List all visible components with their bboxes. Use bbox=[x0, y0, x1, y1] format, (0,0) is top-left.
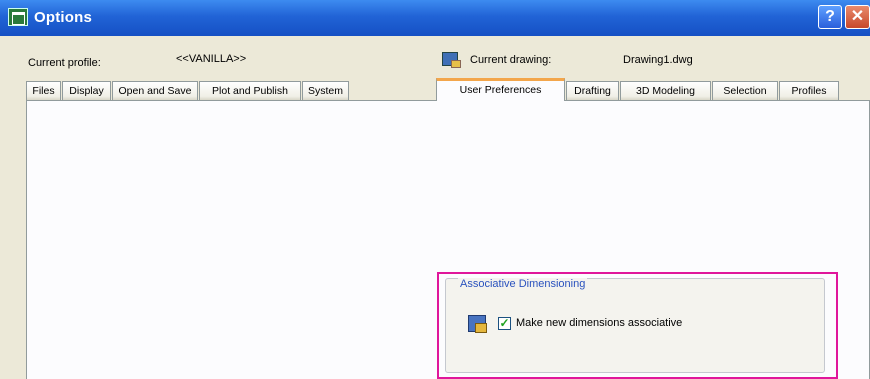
title-bar: Options ? ✕ bbox=[0, 0, 870, 36]
tab-open-and-save[interactable]: Open and Save bbox=[112, 81, 198, 100]
associative-dimension-icon bbox=[468, 315, 487, 333]
make-associative-label[interactable]: Make new dimensions associative bbox=[516, 317, 682, 329]
current-profile-value: <<VANILLA>> bbox=[176, 53, 247, 65]
help-button[interactable]: ? bbox=[818, 5, 842, 29]
tab-drafting[interactable]: Drafting bbox=[566, 81, 619, 100]
tab-system[interactable]: System bbox=[302, 81, 349, 100]
tab-selection[interactable]: Selection bbox=[712, 81, 778, 100]
tab-3d-modeling[interactable]: 3D Modeling bbox=[620, 81, 711, 100]
tab-profiles[interactable]: Profiles bbox=[779, 81, 839, 100]
options-tab-strip: Files Display Open and Save Plot and Pub… bbox=[26, 78, 870, 101]
group-title: Associative Dimensioning bbox=[458, 278, 588, 290]
make-associative-checkbox[interactable]: ✓ bbox=[498, 317, 511, 330]
current-drawing-label: Current drawing: bbox=[470, 54, 552, 66]
current-profile-label: Current profile: bbox=[28, 57, 101, 69]
tab-plot-and-publish[interactable]: Plot and Publish bbox=[199, 81, 301, 100]
options-app-icon bbox=[8, 8, 28, 26]
close-button[interactable]: ✕ bbox=[845, 5, 870, 29]
tab-files[interactable]: Files bbox=[26, 81, 61, 100]
tab-user-preferences[interactable]: User Preferences bbox=[436, 78, 565, 101]
window-title: Options bbox=[34, 9, 93, 26]
tab-display[interactable]: Display bbox=[62, 81, 111, 100]
current-drawing-value: Drawing1.dwg bbox=[623, 54, 693, 66]
drawing-file-icon bbox=[442, 52, 461, 68]
